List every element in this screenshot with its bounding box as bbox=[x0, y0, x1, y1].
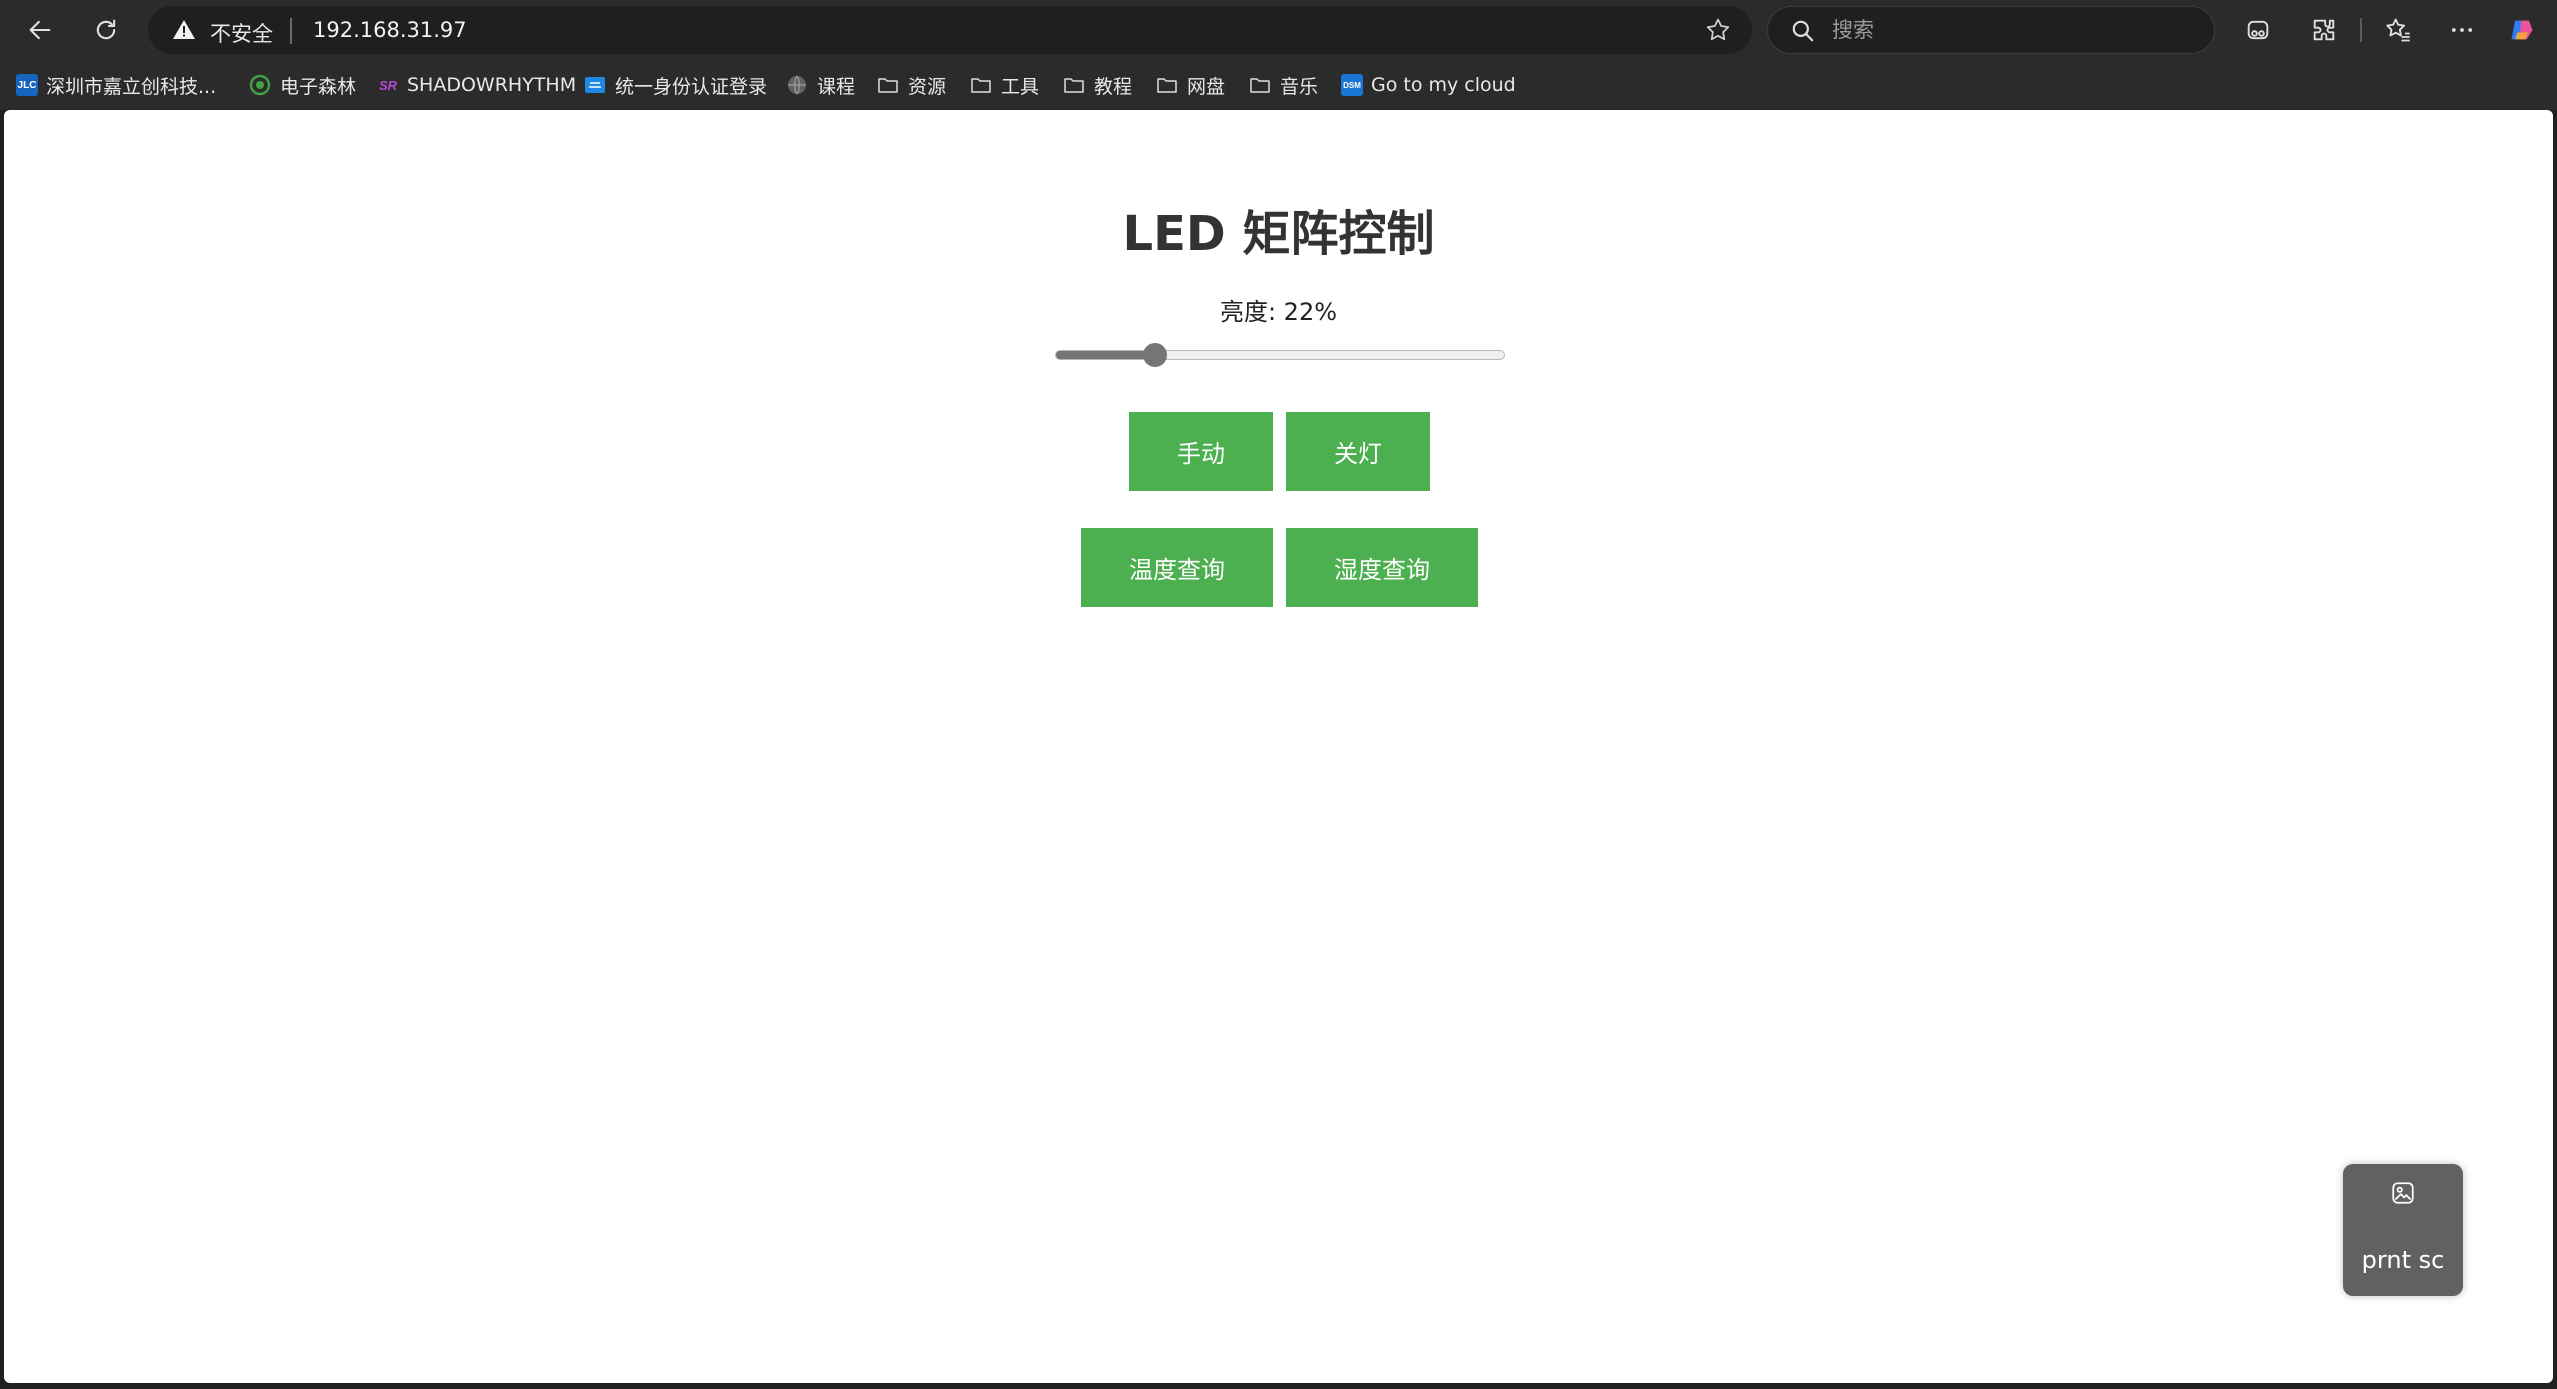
lights-off-button[interactable]: 关灯 bbox=[1286, 412, 1430, 491]
folder-icon bbox=[971, 78, 991, 93]
page-title: LED 矩阵控制 bbox=[1122, 206, 1435, 262]
copilot-icon[interactable] bbox=[2500, 8, 2544, 52]
folder-icon bbox=[878, 78, 898, 93]
address-divider bbox=[290, 18, 292, 44]
shadowrhythm-logo-icon: SR bbox=[378, 77, 398, 93]
bookmark-folder-netdisk[interactable]: 网盘 bbox=[1155, 72, 1225, 98]
manual-button[interactable]: 手动 bbox=[1129, 412, 1273, 491]
eforest-logo-icon bbox=[249, 74, 271, 96]
bookmark-label: 统一身份认证登录 bbox=[615, 75, 768, 98]
bookmark-unified-login[interactable]: 统一身份认证登录 bbox=[583, 72, 767, 98]
humidity-query-button[interactable]: 湿度查询 bbox=[1286, 528, 1478, 607]
bookmark-courses[interactable]: 课程 bbox=[785, 72, 855, 98]
more-options-icon[interactable] bbox=[2440, 8, 2484, 52]
bookmark-label: 课程 bbox=[817, 75, 856, 98]
bookmark-folder-resources[interactable]: 资源 bbox=[876, 72, 946, 98]
bookmark-my-cloud[interactable]: DSM Go to my cloud bbox=[1341, 72, 1516, 98]
bookmark-label: 工具 bbox=[1001, 75, 1040, 98]
back-icon[interactable] bbox=[18, 8, 62, 52]
address-bar[interactable]: 不安全 192.168.31.97 bbox=[148, 6, 1752, 54]
folder-icon bbox=[1157, 78, 1177, 93]
browser-toolbar: 不安全 192.168.31.97 bbox=[0, 0, 2557, 60]
favorite-star-icon[interactable] bbox=[1704, 16, 1732, 44]
folder-icon bbox=[1064, 78, 1084, 93]
extensions-icon[interactable] bbox=[2302, 8, 2346, 52]
brightness-slider[interactable] bbox=[1055, 343, 1505, 367]
insecure-label[interactable]: 不安全 bbox=[210, 18, 273, 48]
capture-label: prnt sc bbox=[2361, 1246, 2445, 1274]
warning-icon[interactable] bbox=[172, 18, 196, 42]
bookmark-label: 深圳市嘉立创科技... bbox=[46, 75, 217, 98]
bookmark-label: Go to my cloud bbox=[1371, 74, 1516, 96]
bookmark-label: 教程 bbox=[1094, 75, 1133, 98]
search-icon bbox=[1792, 20, 1814, 42]
brightness-label: 亮度: 22% bbox=[1219, 298, 1338, 326]
bookmark-eforest[interactable]: 电子森林 bbox=[248, 72, 356, 98]
temperature-query-button[interactable]: 温度查询 bbox=[1081, 528, 1273, 607]
incognito-icon[interactable] bbox=[2236, 8, 2280, 52]
search-input[interactable] bbox=[1832, 13, 2192, 47]
toolbar-separator bbox=[2360, 18, 2362, 42]
slider-fill bbox=[1056, 351, 1155, 359]
screenshot-capture-widget[interactable]: prnt sc bbox=[2343, 1164, 2463, 1296]
search-box[interactable] bbox=[1767, 6, 2215, 54]
bookmark-folder-tools[interactable]: 工具 bbox=[969, 72, 1039, 98]
folder-icon bbox=[1250, 78, 1270, 93]
page-viewport: LED 矩阵控制 亮度: 22% 手动 关灯 温度查询 湿度查询 prnt sc bbox=[4, 110, 2553, 1383]
dsm-logo-icon: DSM bbox=[1341, 74, 1363, 96]
bookmark-label: 资源 bbox=[908, 75, 947, 98]
bookmark-folder-music[interactable]: 音乐 bbox=[1248, 72, 1318, 98]
bookmark-label: 音乐 bbox=[1280, 75, 1319, 98]
jlc-logo-icon: JLC bbox=[16, 74, 38, 96]
bookmark-label: 电子森林 bbox=[280, 75, 357, 98]
bookmark-label: 网盘 bbox=[1187, 75, 1226, 98]
url-text[interactable]: 192.168.31.97 bbox=[313, 18, 467, 42]
favorites-icon[interactable] bbox=[2376, 8, 2420, 52]
globe-icon bbox=[788, 75, 806, 95]
bookmarks-bar: JLC 深圳市嘉立创科技... 电子森林 SR SHADOWRHYTHM 统一身… bbox=[0, 60, 2557, 110]
bookmark-folder-tutorials[interactable]: 教程 bbox=[1062, 72, 1132, 98]
bookmark-shadowrhythm[interactable]: SR SHADOWRHYTHM bbox=[377, 72, 576, 98]
image-icon bbox=[2392, 1182, 2414, 1204]
refresh-icon[interactable] bbox=[84, 8, 128, 52]
bookmark-label: SHADOWRHYTHM bbox=[407, 74, 577, 96]
slider-thumb[interactable] bbox=[1142, 343, 1167, 367]
bookmark-jlc[interactable]: JLC 深圳市嘉立创科技... bbox=[16, 72, 216, 98]
university-logo-icon bbox=[585, 77, 605, 93]
